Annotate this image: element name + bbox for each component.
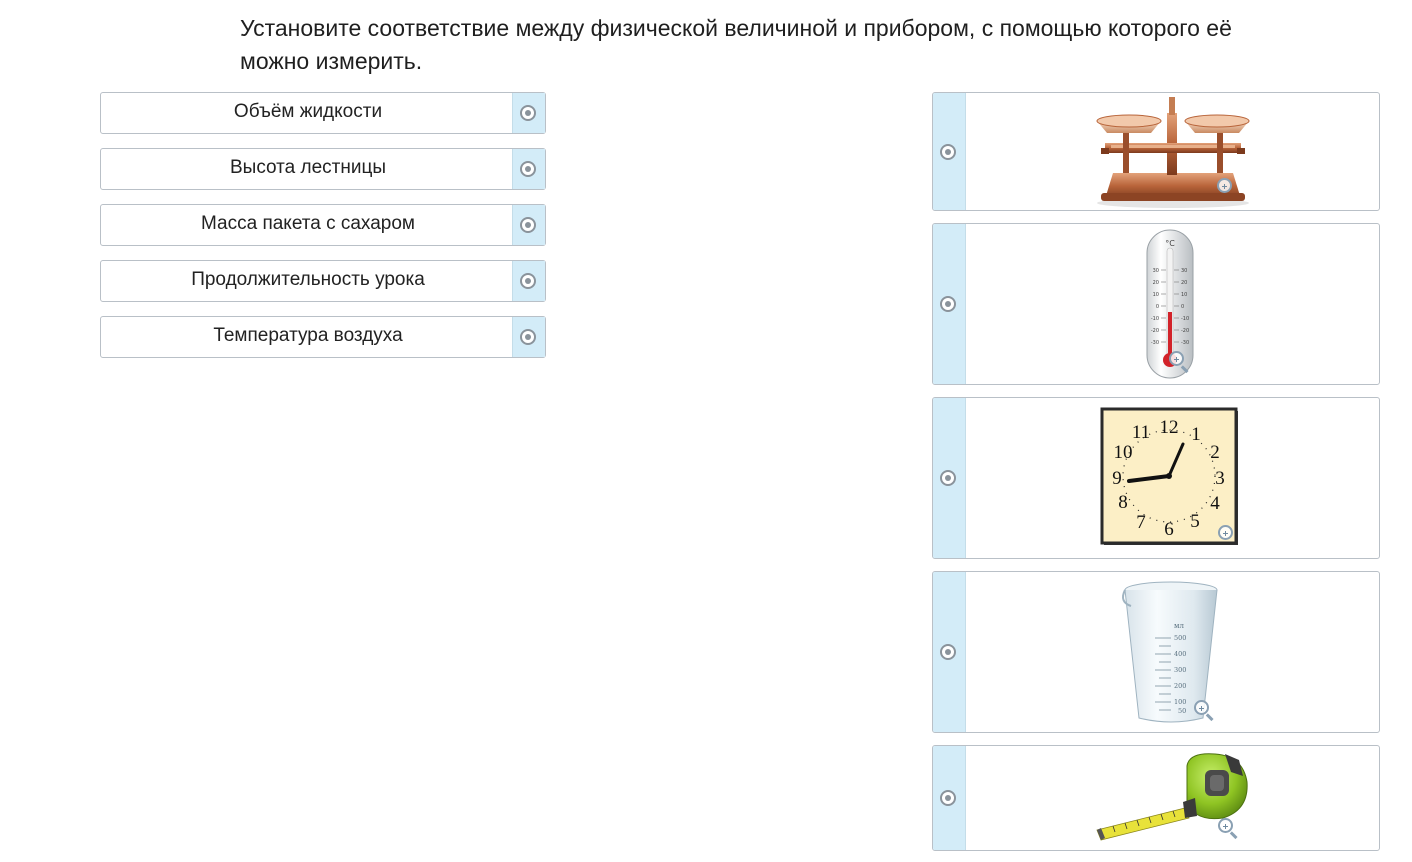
- thermometer-tick: 10: [1153, 292, 1159, 298]
- right-item-tape-measure[interactable]: [932, 745, 1380, 851]
- left-item-label: Масса пакета с сахаром: [200, 213, 415, 234]
- left-item-label: Объём жидкости: [233, 101, 383, 122]
- clock-number: 9: [1112, 468, 1122, 489]
- clock-number: 1: [1191, 424, 1201, 445]
- beaker-tick: 200: [1174, 682, 1186, 690]
- thermometer-tick: 30: [1181, 268, 1187, 274]
- clock-number: 10: [1114, 442, 1133, 463]
- drag-handle[interactable]: [512, 205, 545, 245]
- clock-number: 11: [1132, 422, 1150, 443]
- thermometer-tick: 20: [1181, 280, 1187, 286]
- zoom-icon[interactable]: [1218, 525, 1233, 540]
- clock-number: 3: [1215, 468, 1225, 489]
- thermometer-unit: °C: [1165, 239, 1175, 248]
- left-item-stair-height[interactable]: Высота лестницы: [100, 148, 546, 190]
- left-item-label: Продолжительность урока: [191, 269, 425, 290]
- question-text: Установите соответствие между физической…: [240, 15, 1232, 74]
- beaker-tick: 50: [1178, 707, 1186, 715]
- left-item-liquid-volume[interactable]: Объём жидкости: [100, 92, 546, 134]
- radio-dot-icon[interactable]: [520, 217, 536, 233]
- beaker-tick: 300: [1174, 666, 1186, 674]
- balance-scale-icon[interactable]: [933, 93, 1379, 210]
- right-item-thermometer[interactable]: °C 30 20 10 0 -10 -20 -30 30 20 10 0 -10…: [932, 223, 1380, 385]
- thermometer-tick: -30: [1181, 340, 1189, 346]
- thermometer-tick: 0: [1181, 304, 1184, 310]
- measuring-beaker-icon[interactable]: мл 500 400 300 200 100 50: [933, 572, 1379, 732]
- left-item-sugar-mass[interactable]: Масса пакета с сахаром: [100, 204, 546, 246]
- beaker-unit: мл: [1174, 622, 1184, 630]
- radio-dot-icon[interactable]: [520, 161, 536, 177]
- beaker-tick: 400: [1174, 650, 1186, 658]
- thermometer-tick: 30: [1153, 268, 1159, 274]
- clock-number: 5: [1190, 511, 1200, 532]
- clock-number: 6: [1164, 519, 1174, 540]
- clock-number: 4: [1210, 493, 1220, 514]
- right-item-balance-scale[interactable]: [932, 92, 1380, 211]
- beaker-tick: 100: [1174, 698, 1186, 706]
- right-item-beaker[interactable]: мл 500 400 300 200 100 50: [932, 571, 1380, 733]
- left-item-label: Температура воздуха: [213, 325, 403, 346]
- right-item-clock[interactable]: 12 1 2 3 4 5 6 7 8 9 10 11: [932, 397, 1380, 559]
- zoom-icon[interactable]: [1217, 178, 1232, 193]
- thermometer-tick: -30: [1151, 340, 1159, 346]
- drag-handle[interactable]: [512, 261, 545, 301]
- drag-handle[interactable]: [512, 93, 545, 133]
- clock-number: 8: [1118, 492, 1128, 513]
- thermometer-tick: -20: [1151, 328, 1159, 334]
- left-item-air-temperature[interactable]: Температура воздуха: [100, 316, 546, 358]
- radio-dot-icon[interactable]: [520, 329, 536, 345]
- thermometer-tick: 20: [1153, 280, 1159, 286]
- thermometer-tick: 0: [1156, 304, 1159, 310]
- thermometer-tick: -10: [1151, 316, 1159, 322]
- clock-number: 2: [1210, 442, 1220, 463]
- zoom-icon[interactable]: [1169, 351, 1184, 366]
- tape-measure-icon[interactable]: [933, 746, 1379, 850]
- clock-number: 7: [1136, 512, 1146, 533]
- thermometer-tick: -20: [1181, 328, 1189, 334]
- thermometer-tick: 10: [1181, 292, 1187, 298]
- radio-dot-icon[interactable]: [520, 105, 536, 121]
- clock-number: 12: [1160, 417, 1179, 438]
- wall-clock-icon[interactable]: 12 1 2 3 4 5 6 7 8 9 10 11: [933, 398, 1379, 558]
- radio-dot-icon[interactable]: [520, 273, 536, 289]
- drag-handle[interactable]: [512, 149, 545, 189]
- thermometer-tick: -10: [1181, 316, 1189, 322]
- left-item-label: Высота лестницы: [229, 157, 387, 178]
- left-item-lesson-duration[interactable]: Продолжительность урока: [100, 260, 546, 302]
- thermometer-icon[interactable]: °C 30 20 10 0 -10 -20 -30 30 20 10 0 -10…: [933, 224, 1379, 384]
- beaker-tick: 500: [1174, 634, 1186, 642]
- drag-handle[interactable]: [512, 317, 545, 357]
